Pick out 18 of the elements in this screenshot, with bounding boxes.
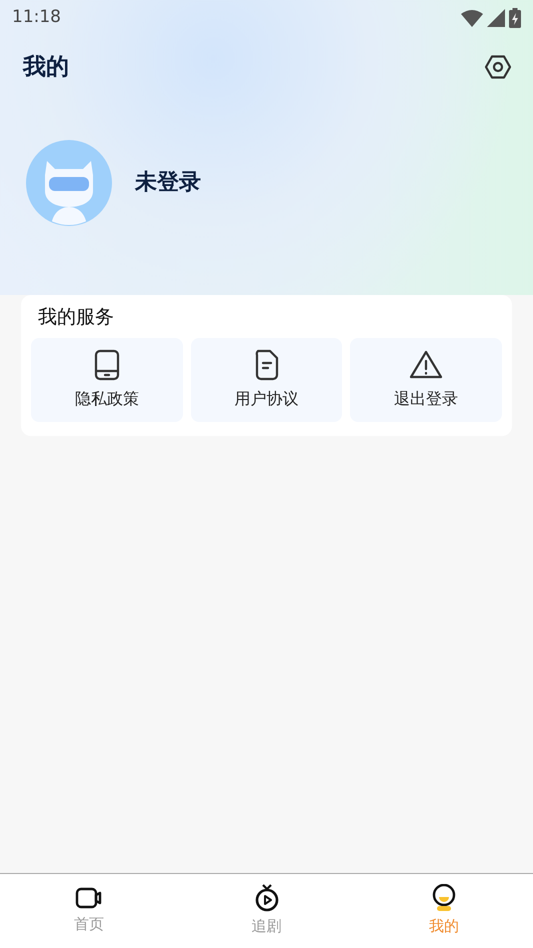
service-tile[interactable]: 隐私政策 — [31, 338, 183, 422]
settings-icon[interactable] — [485, 54, 511, 80]
service-tile[interactable]: 用户协议 — [190, 338, 342, 422]
phone-icon — [92, 348, 121, 380]
document-icon — [252, 348, 280, 380]
play-icon — [254, 884, 280, 912]
avatar-icon — [25, 138, 113, 226]
service-tile[interactable]: 退出登录 — [350, 338, 502, 422]
username-label: 未登录 — [135, 169, 201, 197]
signal-icon — [487, 9, 505, 27]
warning-icon — [409, 348, 444, 380]
status-time: 11:18 — [12, 6, 61, 30]
section-title: 我的服务 — [37, 305, 115, 330]
user-icon — [431, 884, 458, 912]
wifi-icon — [461, 9, 483, 27]
battery-icon — [509, 8, 521, 28]
video-icon — [74, 886, 103, 910]
page-title: 我的 — [23, 53, 69, 82]
